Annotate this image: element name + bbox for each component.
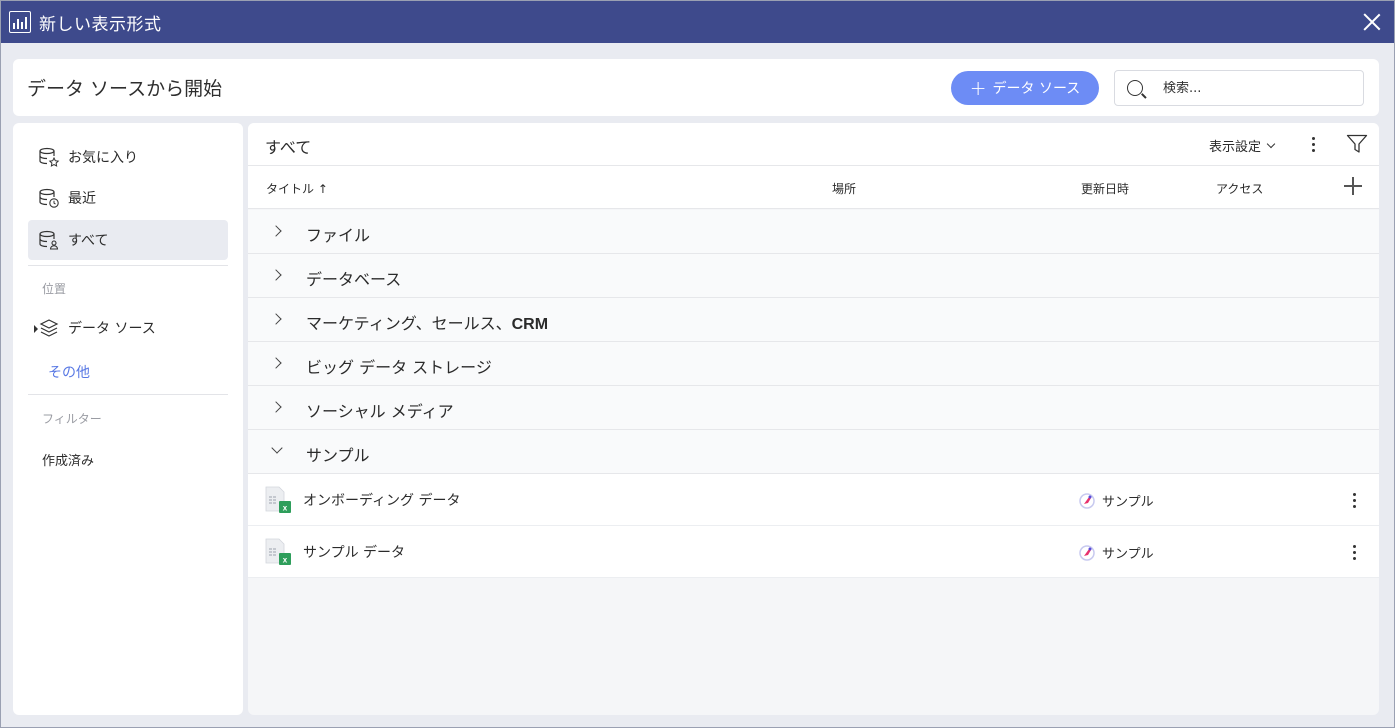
more-options-icon[interactable] [1352, 493, 1356, 508]
view-settings-dropdown[interactable]: 表示設定 [1209, 136, 1276, 155]
title-bar: 新しい表示形式 [1, 1, 1394, 43]
sidebar-item-label: データ ソース [68, 321, 156, 337]
view-settings-label: 表示設定 [1209, 140, 1262, 155]
main-panel: すべて 表示設定 タイトル ↑ 場所 更新日時 アクセス ファイル データベース… [248, 123, 1379, 715]
page-title: データ ソースから開始 [27, 78, 223, 100]
plus-icon: + [969, 76, 987, 100]
group-marketing-crm[interactable]: マーケティング、セールス、CRM [248, 298, 1379, 342]
add-data-source-label: データ ソース [992, 81, 1081, 97]
group-files[interactable]: ファイル [248, 210, 1379, 254]
file-name: オンボーディング データ [303, 493, 461, 509]
close-icon[interactable] [1362, 12, 1382, 32]
file-name: サンプル データ [303, 545, 406, 561]
group-samples[interactable]: サンプル [248, 430, 1379, 474]
chevron-down-icon [1266, 139, 1276, 148]
group-label: ソーシャル メディア [306, 402, 454, 421]
filter-icon[interactable] [1346, 134, 1368, 154]
header-card: データ ソースから開始 + データ ソース [13, 59, 1379, 116]
more-options-icon[interactable] [1352, 545, 1356, 560]
list-item[interactable]: x サンプル データ サンプル [248, 526, 1379, 578]
sidebar-item-label: すべて [68, 233, 109, 249]
layers-icon [39, 319, 59, 337]
svg-text:x: x [283, 556, 288, 565]
group-label: マーケティング、セールス、CRM [306, 314, 549, 333]
column-location[interactable]: 場所 [832, 180, 856, 197]
filter-created[interactable]: 作成済み [42, 450, 94, 469]
more-options-icon[interactable] [1311, 137, 1315, 152]
chevron-right-icon [270, 401, 282, 413]
sample-source-icon [1079, 544, 1095, 561]
file-location: サンプル [1078, 543, 1154, 562]
sidebar-item-label: お気に入り [68, 150, 138, 166]
divider [28, 265, 228, 266]
sidebar-item-favorites[interactable]: お気に入り [28, 137, 228, 177]
other-link[interactable]: その他 [48, 362, 90, 382]
group-databases[interactable]: データベース [248, 254, 1379, 298]
column-title[interactable]: タイトル ↑ [266, 180, 328, 197]
database-clock-icon [39, 188, 59, 208]
sidebar-item-label: 最近 [68, 191, 96, 207]
group-label: サンプル [306, 446, 370, 465]
file-location: サンプル [1078, 491, 1154, 510]
location-section-label: 位置 [42, 282, 67, 296]
group-social-media[interactable]: ソーシャル メディア [248, 386, 1379, 430]
chevron-right-icon [270, 357, 282, 369]
sidebar-item-data-sources[interactable]: データ ソース [28, 308, 228, 348]
main-toolbar: すべて 表示設定 [248, 123, 1379, 166]
chevron-right-icon [270, 313, 282, 325]
group-label: ビッグ データ ストレージ [306, 358, 492, 377]
group-big-data[interactable]: ビッグ データ ストレージ [248, 342, 1379, 386]
group-label: データベース [306, 270, 402, 289]
chevron-down-icon [271, 442, 283, 454]
sample-source-icon [1079, 492, 1095, 509]
add-data-source-button[interactable]: + データ ソース [951, 71, 1099, 105]
database-user-icon [39, 230, 59, 250]
sidebar-item-recent[interactable]: 最近 [28, 178, 228, 218]
sidebar: お気に入り 最近 すべて 位置 データ ソース その他 フィルター 作成済み [13, 123, 243, 715]
column-updated[interactable]: 更新日時 [1081, 180, 1129, 197]
chart-icon [9, 11, 31, 33]
group-label: ファイル [306, 226, 371, 245]
excel-file-icon: x [265, 486, 291, 513]
section-title: すべて [265, 138, 312, 157]
chevron-right-icon [270, 269, 282, 281]
database-star-icon [39, 147, 60, 167]
add-column-icon[interactable] [1343, 176, 1363, 196]
window-title: 新しい表示形式 [39, 14, 162, 35]
excel-file-icon: x [265, 538, 291, 565]
search-icon [1127, 80, 1143, 96]
filter-section-label: フィルター [42, 412, 102, 426]
search-input[interactable] [1163, 80, 1343, 96]
column-access[interactable]: アクセス [1216, 180, 1263, 197]
sidebar-item-all[interactable]: すべて [28, 220, 228, 260]
chevron-right-icon [270, 225, 282, 237]
search-box[interactable] [1114, 70, 1364, 106]
list-item[interactable]: x オンボーディング データ サンプル [248, 474, 1379, 526]
column-header: タイトル ↑ 場所 更新日時 アクセス [248, 166, 1379, 209]
svg-text:x: x [283, 504, 288, 513]
divider [28, 394, 228, 395]
